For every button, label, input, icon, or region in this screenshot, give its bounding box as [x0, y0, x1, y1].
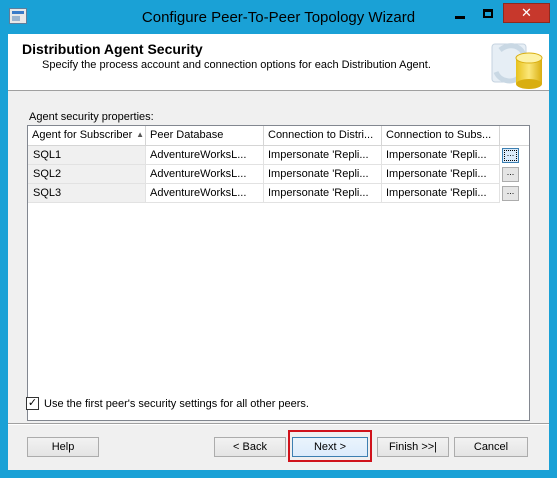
column-header-connection-distributor[interactable]: Connection to Distri...	[264, 126, 382, 146]
use-first-peer-checkbox[interactable]: ✓	[26, 397, 39, 410]
cell-peer-database[interactable]: AdventureWorksL...	[146, 184, 264, 203]
cell-connection-subscriber[interactable]: Impersonate 'Repli...	[382, 146, 500, 165]
wizard-header: Distribution Agent Security Specify the …	[8, 34, 549, 91]
page-subtitle: Specify the process account and connecti…	[42, 59, 431, 71]
cell-connection-distributor[interactable]: Impersonate 'Repli...	[264, 165, 382, 184]
finish-button[interactable]: Finish >>|	[377, 437, 449, 457]
use-first-peer-label[interactable]: Use the first peer's security settings f…	[44, 398, 309, 410]
grid-header: Agent for Subscriber ▲ Peer Database Con…	[28, 126, 529, 146]
sort-arrow-icon: ▲	[136, 130, 144, 139]
row-properties-button[interactable]: ...	[502, 148, 519, 163]
agent-security-label: Agent security properties:	[29, 111, 154, 123]
column-header-peer-database[interactable]: Peer Database	[146, 126, 264, 146]
cancel-button[interactable]: Cancel	[454, 437, 528, 457]
maximize-icon	[483, 8, 493, 18]
cell-agent[interactable]: SQL3	[28, 184, 146, 203]
cell-connection-distributor[interactable]: Impersonate 'Repli...	[264, 146, 382, 165]
column-header-agent[interactable]: Agent for Subscriber ▲	[28, 126, 146, 146]
title-bar[interactable]: Configure Peer-To-Peer Topology Wizard ✕	[0, 0, 557, 34]
footer-divider-highlight	[8, 424, 549, 425]
column-header-connection-subscriber[interactable]: Connection to Subs...	[382, 126, 500, 146]
cell-connection-subscriber[interactable]: Impersonate 'Repli...	[382, 184, 500, 203]
row-properties-button[interactable]: ...	[502, 186, 519, 201]
row-properties-button[interactable]: ...	[502, 167, 519, 182]
table-row[interactable]: SQL1 AdventureWorksL... Impersonate 'Rep…	[28, 146, 529, 165]
cell-agent[interactable]: SQL1	[28, 146, 146, 165]
cell-peer-database[interactable]: AdventureWorksL...	[146, 146, 264, 165]
next-button-highlight	[288, 430, 372, 462]
cell-peer-database[interactable]: AdventureWorksL...	[146, 165, 264, 184]
help-button[interactable]: Help	[27, 437, 99, 457]
column-header-label: Agent for Subscriber	[32, 129, 133, 141]
use-first-peer-option[interactable]: ✓ Use the first peer's security settings…	[26, 397, 309, 410]
page-title: Distribution Agent Security	[22, 41, 203, 57]
close-button[interactable]: ✕	[503, 3, 550, 23]
table-row[interactable]: SQL2 AdventureWorksL... Impersonate 'Rep…	[28, 165, 529, 184]
cell-agent[interactable]: SQL2	[28, 165, 146, 184]
table-row[interactable]: SQL3 AdventureWorksL... Impersonate 'Rep…	[28, 184, 529, 203]
cell-connection-distributor[interactable]: Impersonate 'Repli...	[264, 184, 382, 203]
wizard-client-area: Distribution Agent Security Specify the …	[8, 34, 549, 470]
back-button[interactable]: < Back	[214, 437, 286, 457]
cell-connection-subscriber[interactable]: Impersonate 'Repli...	[382, 165, 500, 184]
close-icon: ✕	[521, 5, 532, 21]
agent-security-grid[interactable]: Agent for Subscriber ▲ Peer Database Con…	[27, 125, 530, 421]
column-header-actions	[500, 126, 529, 146]
minimize-button[interactable]	[447, 3, 473, 23]
minimize-icon	[455, 15, 465, 19]
maximize-button[interactable]	[475, 3, 501, 23]
wizard-window: Configure Peer-To-Peer Topology Wizard ✕…	[0, 0, 557, 478]
window-title: Configure Peer-To-Peer Topology Wizard	[141, 9, 416, 26]
database-wizard-icon	[491, 43, 543, 89]
